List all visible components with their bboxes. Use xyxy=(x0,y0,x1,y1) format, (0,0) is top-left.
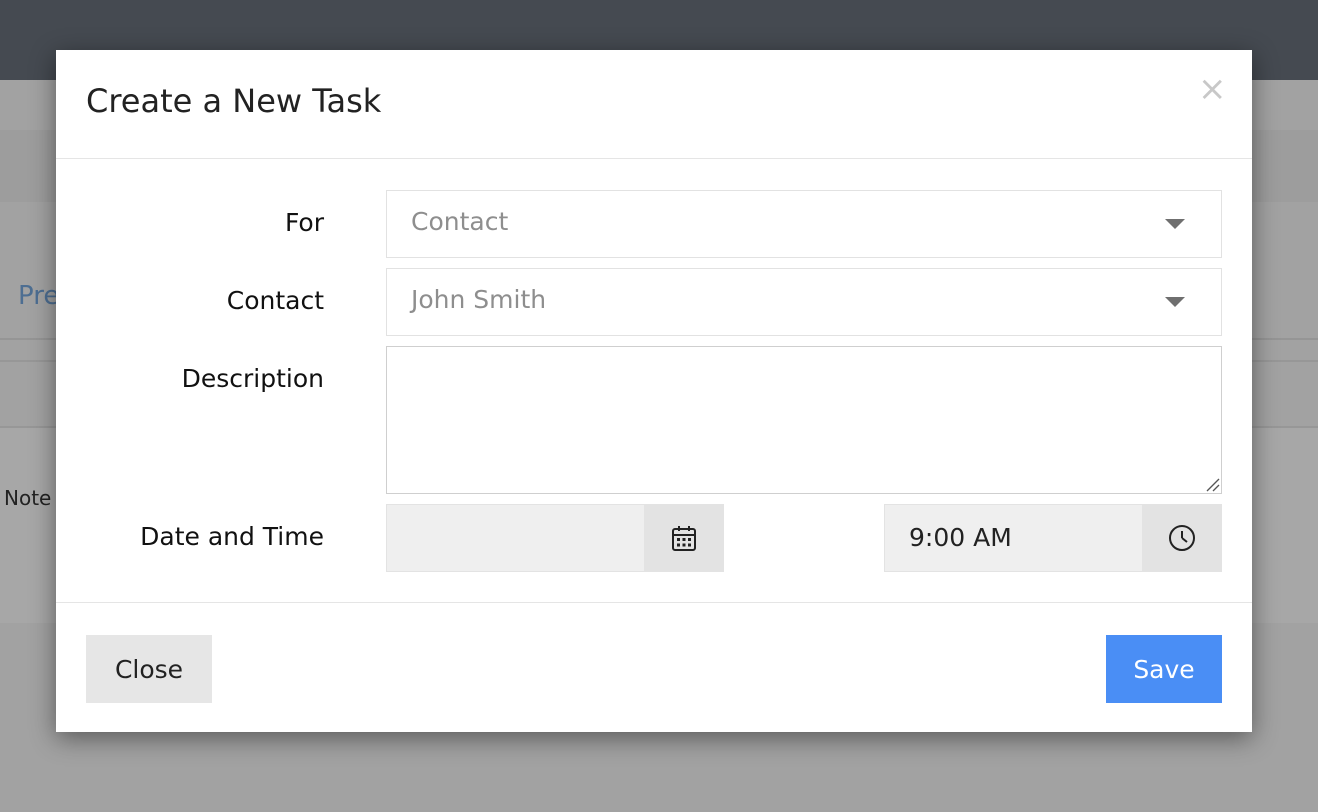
chevron-down-icon xyxy=(1165,219,1185,229)
save-button[interactable]: Save xyxy=(1106,635,1222,703)
contact-select[interactable]: John Smith xyxy=(386,268,1222,336)
description-label: Description xyxy=(181,364,324,393)
clock-icon xyxy=(1169,525,1195,551)
modal-footer: Close Save xyxy=(56,602,1252,732)
close-icon[interactable]: × xyxy=(1198,72,1227,106)
time-input[interactable]: 9:00 AM xyxy=(884,504,1142,572)
date-input[interactable] xyxy=(386,504,644,572)
description-textarea[interactable] xyxy=(386,346,1222,494)
background-note-label: Note xyxy=(4,486,52,510)
contact-label: Contact xyxy=(226,286,324,315)
modal-title: Create a New Task xyxy=(86,82,382,120)
close-button[interactable]: Close xyxy=(86,635,212,703)
date-time-label: Date and Time xyxy=(140,522,324,551)
for-select-value: Contact xyxy=(411,207,509,236)
calendar-icon xyxy=(672,526,696,551)
for-label: For xyxy=(284,208,324,237)
time-input-value: 9:00 AM xyxy=(909,523,1012,552)
contact-select-value: John Smith xyxy=(411,285,547,314)
time-picker-button[interactable] xyxy=(1142,504,1222,572)
background-tab-label: Pre xyxy=(18,281,60,311)
date-picker-button[interactable] xyxy=(644,504,724,572)
chevron-down-icon xyxy=(1165,297,1185,307)
create-task-modal: Create a New Task × For Contact Contact … xyxy=(56,50,1252,732)
for-select[interactable]: Contact xyxy=(386,190,1222,258)
modal-header: Create a New Task × xyxy=(56,50,1252,159)
